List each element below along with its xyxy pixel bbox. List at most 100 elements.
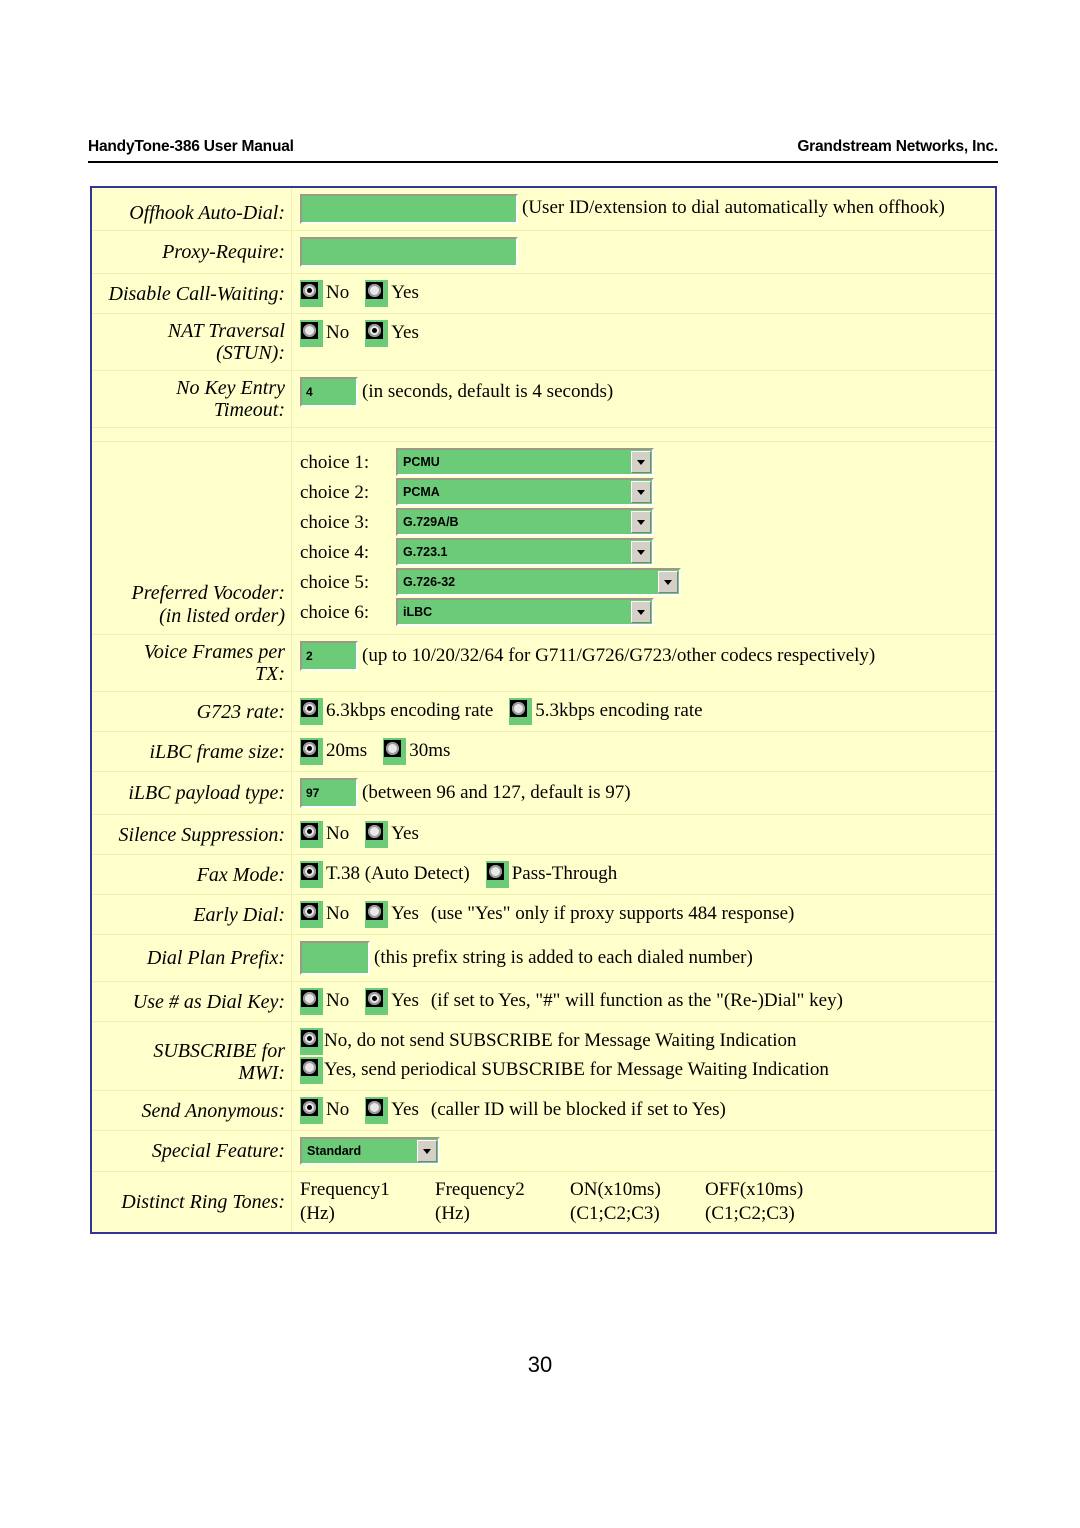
voip-settings-table: Offhook Auto-Dial: (User ID/extension to…: [90, 186, 997, 1234]
subscribe-mwi-label-no: No, do not send SUBSCRIBE for Message Wa…: [324, 1030, 797, 1052]
header-divider-rule: [88, 161, 998, 163]
disable-call-waiting-radio-no[interactable]: [300, 280, 323, 308]
row-label: Send Anonymous:: [92, 1091, 292, 1131]
chevron-down-icon[interactable]: [631, 481, 651, 504]
voice-frames-label-line2: TX:: [255, 663, 285, 686]
subscribe-mwi-label-line1: SUBSCRIBE for: [153, 1040, 285, 1063]
row-label: Fax Mode:: [92, 855, 292, 895]
vocoder-choice-2: choice 2: PCMA: [300, 478, 991, 507]
row-label: iLBC frame size:: [92, 732, 292, 772]
vocoder-choice-6-select[interactable]: iLBC: [396, 598, 654, 627]
vocoder-choice-5-select[interactable]: G.726-32: [396, 568, 681, 597]
send-anonymous-radio-yes[interactable]: [365, 1097, 389, 1125]
chevron-down-icon[interactable]: [631, 541, 651, 564]
row-value: T.38 (Auto Detect) Pass-Through: [292, 855, 995, 894]
row-value: (User ID/extension to dial automatically…: [292, 188, 995, 230]
early-dial-radio-yes[interactable]: [365, 901, 389, 929]
ring-tone-col-frequency1-line2: (Hz): [300, 1203, 335, 1225]
no-key-entry-timeout-note: (in seconds, default is 4 seconds): [362, 380, 614, 402]
ring-tone-col-off: OFF(x10ms) (C1;C2;C3): [705, 1178, 840, 1226]
subscribe-mwi-radio-no[interactable]: [300, 1028, 323, 1056]
header-right-company: Grandstream Networks, Inc.: [797, 138, 998, 155]
vocoder-choice-3-select[interactable]: G.729A/B: [396, 508, 654, 537]
vocoder-choice-4-select[interactable]: G.723.1: [396, 538, 654, 567]
page-number: 30: [527, 1352, 553, 1377]
row-label: Disable Call-Waiting:: [92, 274, 292, 314]
table-row-g723-rate: G723 rate: 6.3kbps encoding rate 5.3kbps …: [92, 692, 995, 733]
use-hash-radio-yes[interactable]: [365, 988, 389, 1016]
table-row-send-anonymous: Send Anonymous: No Yes (caller ID will be …: [92, 1091, 995, 1132]
ilbc-frame-size-radio-30ms[interactable]: [383, 738, 407, 766]
use-hash-note: (if set to Yes, "#" will function as the…: [430, 990, 843, 1012]
row-label: iLBC payload type:: [92, 772, 292, 815]
silence-suppression-radio-yes[interactable]: [365, 821, 389, 849]
chevron-down-icon[interactable]: [658, 571, 678, 594]
subscribe-mwi-option-2-line: Yes, send periodical SUBSCRIBE for Messa…: [300, 1057, 991, 1085]
silence-suppression-radio-no[interactable]: [300, 821, 323, 849]
ring-tone-col-off-line1: OFF(x10ms): [705, 1179, 804, 1201]
fax-mode-label-pass-through: Pass-Through: [511, 863, 618, 885]
voice-frames-label-line1: Voice Frames per: [143, 641, 285, 664]
fax-mode-radio-t38[interactable]: [300, 861, 323, 889]
table-row-preferred-vocoder: Preferred Vocoder: (in listed order) cho…: [92, 442, 995, 636]
row-label: Proxy-Require:: [92, 231, 292, 274]
table-row-spacer: [92, 428, 995, 443]
table-row-silence-suppression: Silence Suppression: No Yes: [92, 815, 995, 856]
subscribe-mwi-label-yes: Yes, send periodical SUBSCRIBE for Messa…: [324, 1059, 829, 1081]
g723-rate-radio-63kbps[interactable]: [300, 698, 323, 726]
row-value: 2 (up to 10/20/32/64 for G711/G726/G723/o…: [292, 635, 995, 691]
vocoder-choice-3-value: G.729A/B: [403, 515, 459, 530]
table-row-disable-call-waiting: Disable Call-Waiting: No Yes: [92, 274, 995, 315]
special-feature-select[interactable]: Standard: [300, 1137, 440, 1166]
offhook-auto-dial-input[interactable]: [300, 194, 518, 224]
chevron-down-icon[interactable]: [417, 1140, 437, 1163]
row-label: Offhook Auto-Dial:: [92, 188, 292, 231]
row-value: (this prefix string is added to each dia…: [292, 935, 995, 981]
no-key-entry-timeout-input[interactable]: 4: [300, 377, 358, 408]
vocoder-choice-1-select[interactable]: PCMU: [396, 448, 654, 477]
vocoder-choice-6-value: iLBC: [403, 605, 433, 620]
table-row-offhook-auto-dial: Offhook Auto-Dial: (User ID/extension to…: [92, 188, 995, 232]
fax-mode-radio-pass-through[interactable]: [485, 861, 509, 889]
row-label: Special Feature:: [92, 1131, 292, 1172]
chevron-down-icon[interactable]: [631, 601, 651, 624]
g723-rate-radio-53kbps[interactable]: [509, 698, 533, 726]
table-row-nat-traversal: NAT Traversal (STUN): No Yes: [92, 314, 995, 372]
use-hash-radio-no[interactable]: [300, 988, 323, 1016]
voice-frames-per-tx-input[interactable]: 2: [300, 641, 358, 672]
disable-call-waiting-radio-yes[interactable]: [365, 280, 389, 308]
chevron-down-icon[interactable]: [631, 451, 651, 474]
ilbc-frame-size-radio-20ms[interactable]: [300, 738, 323, 766]
row-value: No Yes: [292, 274, 995, 313]
ilbc-payload-type-input[interactable]: 97: [300, 778, 358, 809]
chevron-down-icon[interactable]: [631, 511, 651, 534]
table-row-distinct-ring-tones: Distinct Ring Tones: Frequency1 (Hz) Fre…: [92, 1172, 995, 1232]
vocoder-choice-2-select[interactable]: PCMA: [396, 478, 654, 507]
proxy-require-input[interactable]: [300, 237, 518, 268]
table-row-dial-plan-prefix: Dial Plan Prefix: (this prefix string is…: [92, 935, 995, 983]
row-value: No Yes: [292, 314, 995, 370]
row-label: Use # as Dial Key:: [92, 982, 292, 1022]
dial-plan-prefix-note: (this prefix string is added to each dia…: [374, 946, 753, 968]
header-left-title: HandyTone-386 User Manual: [88, 138, 294, 155]
vocoder-choice-1-value: PCMU: [403, 455, 440, 470]
ring-tone-col-frequency2-line2: (Hz): [435, 1203, 470, 1225]
table-row-subscribe-for-mwi: SUBSCRIBE for MWI: No, do not send SUBSC…: [92, 1022, 995, 1092]
dial-plan-prefix-input[interactable]: [300, 941, 370, 976]
nat-traversal-radio-yes[interactable]: [365, 320, 389, 348]
nat-traversal-radio-no[interactable]: [300, 320, 323, 348]
no-key-entry-label-line2: Timeout:: [213, 399, 285, 422]
subscribe-mwi-radio-yes[interactable]: [300, 1057, 323, 1085]
table-row-early-dial: Early Dial: No Yes (use "Yes" only if prox…: [92, 895, 995, 936]
row-value: No Yes (caller ID will be blocked if set t…: [292, 1091, 995, 1130]
row-value: 20ms 30ms: [292, 732, 995, 771]
ilbc-frame-size-label-20ms: 20ms: [326, 740, 368, 762]
send-anonymous-radio-no[interactable]: [300, 1097, 323, 1125]
row-value: 97 (between 96 and 127, default is 97): [292, 772, 995, 814]
spacer-value-cell: [292, 428, 995, 441]
ring-tone-col-off-line2: (C1;C2;C3): [705, 1203, 795, 1225]
vocoder-choice-1: choice 1: PCMU: [300, 448, 991, 477]
ilbc-payload-type-note: (between 96 and 127, default is 97): [362, 781, 631, 803]
running-header: HandyTone-386 User Manual Grandstream Ne…: [88, 138, 998, 156]
early-dial-radio-no[interactable]: [300, 901, 323, 929]
